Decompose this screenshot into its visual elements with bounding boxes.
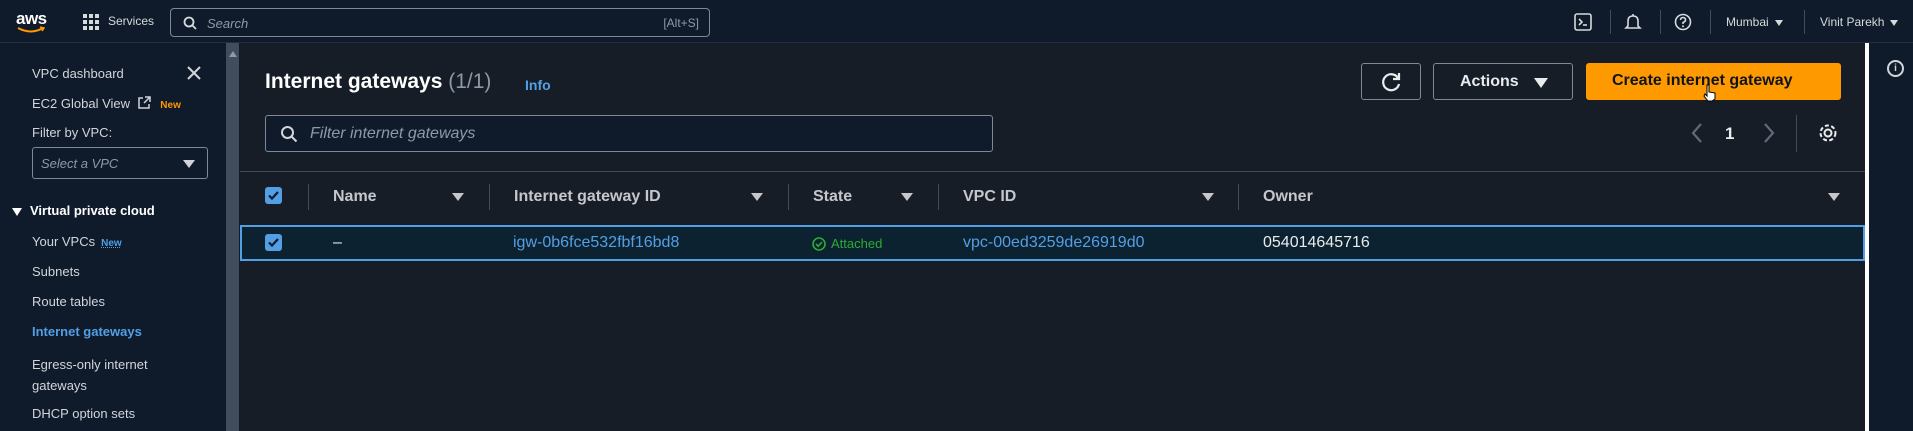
new-badge: New: [160, 100, 181, 111]
account-menu[interactable]: Vinit Parekh: [1820, 15, 1899, 29]
sort-icon[interactable]: [751, 193, 763, 201]
aws-smile-icon: [17, 26, 45, 33]
filter-placeholder: Filter internet gateways: [310, 125, 476, 142]
new-badge: New: [101, 238, 122, 249]
caret-down-icon: [183, 160, 195, 168]
top-navigation: aws Services Search [Alt+S] Mumbai Vinit…: [0, 0, 1913, 43]
column-header-gateway-id[interactable]: Internet gateway ID: [514, 188, 661, 206]
region-selector[interactable]: Mumbai: [1726, 15, 1783, 29]
sidebar-scrollbar[interactable]: [226, 43, 239, 431]
caret-down-icon: [12, 207, 22, 216]
sort-icon[interactable]: [1202, 193, 1214, 201]
row-checkbox[interactable]: [265, 234, 282, 251]
item-count: (1/1): [448, 70, 492, 93]
search-placeholder: Search: [207, 16, 249, 31]
vpc-select-placeholder: Select a VPC: [41, 156, 119, 171]
refresh-button[interactable]: [1361, 63, 1421, 100]
cell-vpc-id-link[interactable]: vpc-00ed3259de26919d0: [963, 234, 1145, 252]
services-menu[interactable]: Services: [108, 14, 154, 28]
page-title: Internet gateways (1/1): [265, 70, 492, 93]
next-page-icon[interactable]: [1762, 122, 1776, 144]
external-link-icon: [137, 96, 151, 109]
info-link[interactable]: Info: [525, 77, 551, 93]
filter-by-vpc-label: Filter by VPC:: [32, 125, 113, 140]
actions-button[interactable]: Actions: [1433, 63, 1573, 100]
previous-page-icon[interactable]: [1690, 122, 1704, 144]
column-header-vpc-id[interactable]: VPC ID: [963, 188, 1016, 206]
sidebar-item-ec2-global-view[interactable]: EC2 Global View New: [32, 96, 181, 111]
vpc-filter-select[interactable]: Select a VPC: [32, 147, 208, 179]
cell-name: –: [333, 234, 342, 251]
check-circle-icon: [812, 237, 826, 251]
checkmark-icon: [268, 238, 279, 248]
sidebar-item-route-tables[interactable]: Route tables: [32, 294, 105, 309]
utility-panel: [1865, 43, 1913, 431]
hand-cursor-icon: [1703, 84, 1716, 102]
sort-icon[interactable]: [1828, 193, 1840, 201]
aws-logo[interactable]: aws: [16, 9, 52, 33]
column-header-state[interactable]: State: [813, 188, 852, 206]
sort-icon[interactable]: [452, 193, 464, 201]
help-icon[interactable]: [1674, 13, 1692, 31]
global-search-input[interactable]: Search [Alt+S]: [170, 8, 710, 37]
search-icon: [281, 126, 298, 143]
section-virtual-private-cloud[interactable]: Virtual private cloud: [12, 203, 155, 218]
checkmark-icon: [268, 191, 279, 201]
sidebar-item-internet-gateways[interactable]: Internet gateways: [32, 324, 142, 339]
sidebar-item-your-vpcs[interactable]: Your VPCs New: [32, 234, 122, 249]
select-all-checkbox[interactable]: [265, 187, 282, 204]
sidebar-item-egress-only-internet-gateways[interactable]: Egress-only internet gateways: [32, 354, 182, 396]
current-page[interactable]: 1: [1725, 124, 1734, 144]
column-header-owner[interactable]: Owner: [1263, 188, 1313, 206]
sidebar: VPC dashboard EC2 Global View New Filter…: [0, 43, 226, 431]
cloudshell-icon[interactable]: [1574, 13, 1592, 31]
search-icon: [183, 16, 197, 30]
close-icon[interactable]: [186, 65, 202, 81]
sort-icon[interactable]: [901, 193, 913, 201]
cell-gateway-id-link[interactable]: igw-0b6fce532fbf16bd8: [513, 234, 679, 252]
grid-icon[interactable]: [83, 14, 99, 30]
sidebar-item-subnets[interactable]: Subnets: [32, 264, 80, 279]
status-badge: Attached: [812, 236, 882, 251]
table-divider: [240, 171, 1865, 172]
info-panel-icon[interactable]: i: [1887, 60, 1904, 77]
cell-owner: 054014645716: [1263, 234, 1370, 251]
column-header-name[interactable]: Name: [333, 188, 377, 206]
scroll-up-arrow[interactable]: [229, 47, 237, 57]
filter-internet-gateways-input[interactable]: Filter internet gateways: [265, 115, 993, 152]
caret-down-icon: [1534, 78, 1548, 88]
bell-icon[interactable]: [1624, 13, 1642, 31]
refresh-icon: [1382, 73, 1401, 92]
gear-icon[interactable]: [1817, 122, 1839, 144]
sidebar-item-vpc-dashboard[interactable]: VPC dashboard: [32, 66, 124, 81]
sidebar-item-dhcp-option-sets[interactable]: DHCP option sets: [32, 406, 135, 421]
search-shortcut: [Alt+S]: [663, 16, 699, 30]
